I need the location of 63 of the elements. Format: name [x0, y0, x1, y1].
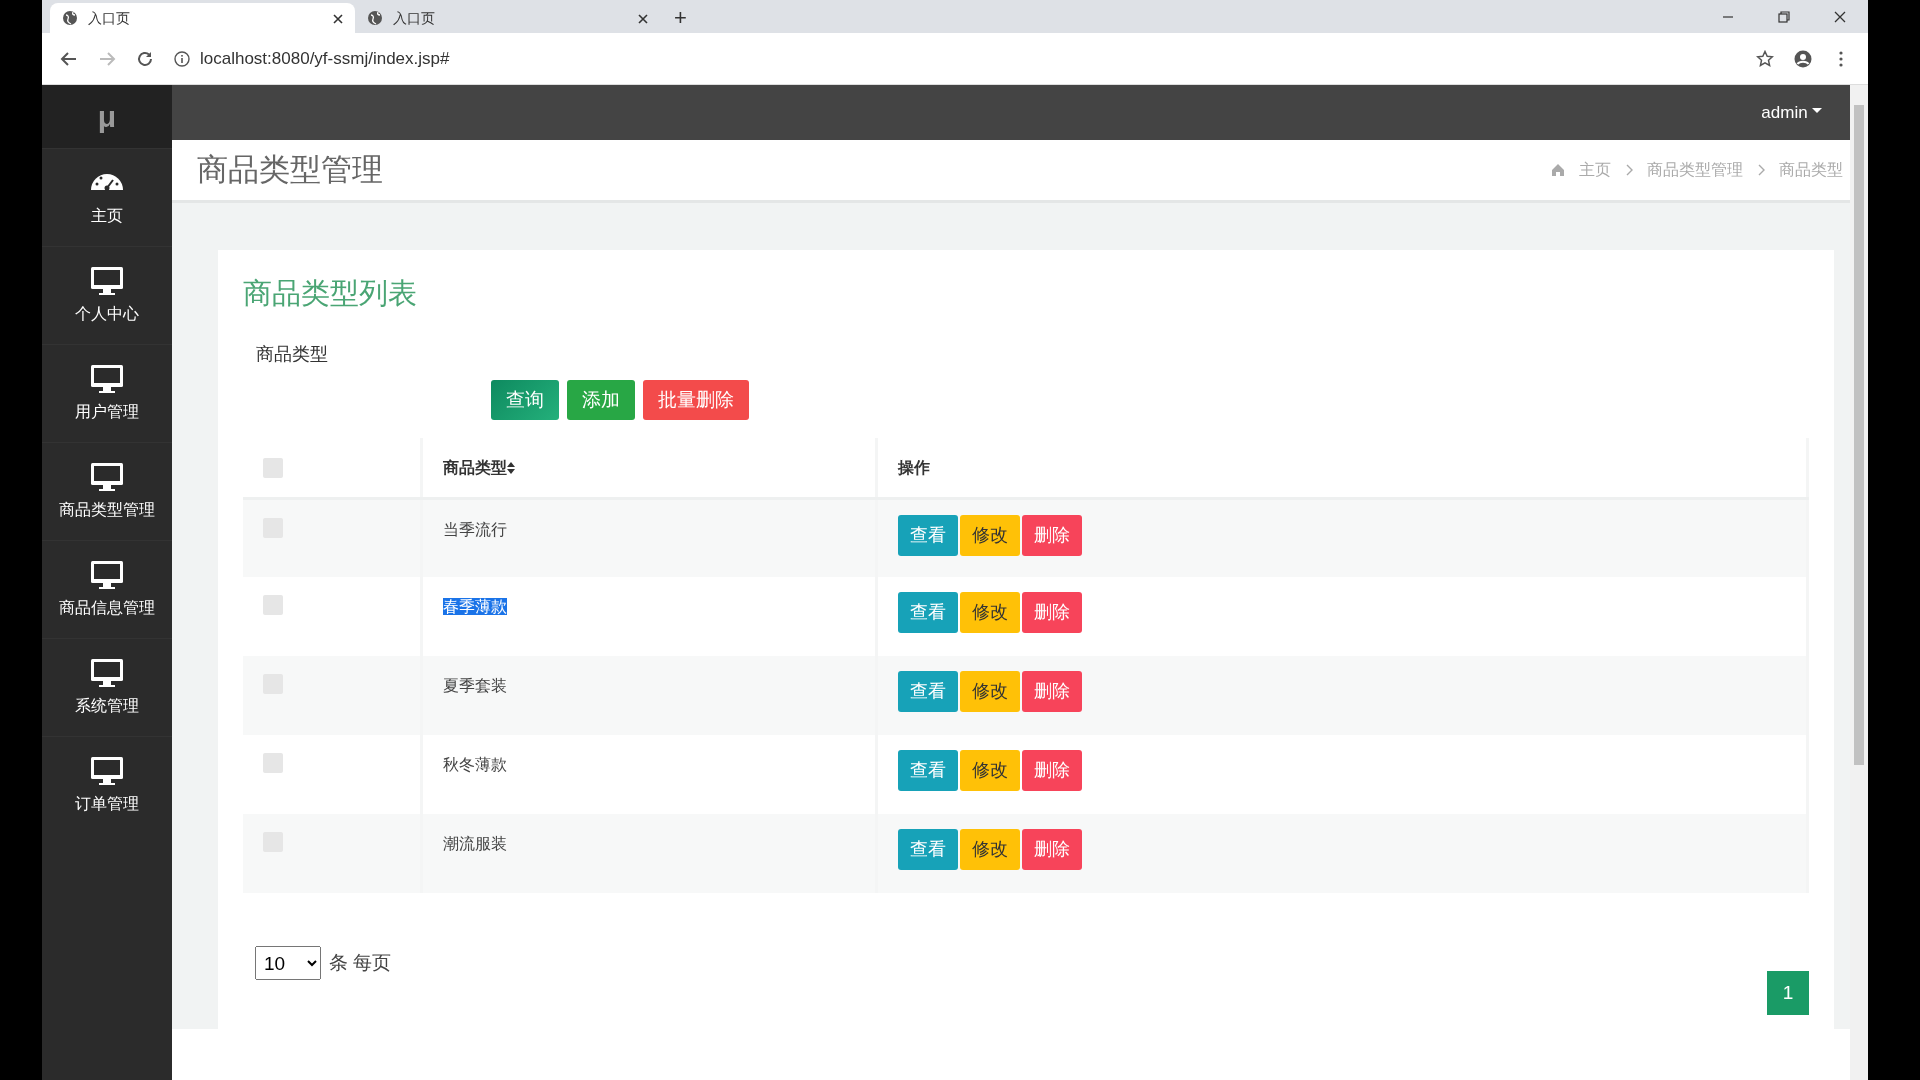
globe-icon [367, 10, 383, 26]
edit-button[interactable]: 修改 [959, 750, 1020, 792]
monitor-icon [89, 657, 125, 688]
account-icon[interactable] [1794, 49, 1812, 68]
back-icon[interactable] [60, 49, 78, 68]
table-cell: 当季流行 [442, 520, 507, 538]
close-icon[interactable] [333, 13, 343, 24]
scrollbar[interactable] [1850, 85, 1868, 1080]
delete-button[interactable]: 删除 [1021, 592, 1082, 634]
table-cell: 春季薄款 [442, 598, 507, 616]
url-text[interactable]: localhost:8080/yf-ssmj/index.jsp# [200, 45, 450, 72]
page-title: 商品类型管理 [197, 151, 383, 189]
filter-label: 商品类型 [256, 342, 329, 366]
close-icon[interactable] [1834, 10, 1846, 23]
star-icon[interactable] [1756, 49, 1774, 68]
delete-button[interactable]: 删除 [1021, 750, 1082, 792]
close-icon[interactable] [638, 13, 648, 24]
sidebar-item[interactable]: 商品类型管理 [42, 442, 172, 540]
checkbox[interactable] [263, 595, 283, 616]
sidebar-item[interactable]: 商品信息管理 [42, 540, 172, 638]
column-header[interactable]: 商品类型 [442, 458, 507, 476]
globe-icon [62, 10, 78, 26]
monitor-icon [89, 265, 125, 296]
edit-button[interactable]: 修改 [959, 671, 1020, 713]
breadcrumb-current: 商品类型 [1779, 160, 1843, 180]
table-cell: 潮流服装 [442, 835, 507, 853]
delete-button[interactable]: 删除 [1021, 671, 1082, 713]
user-menu[interactable]: admin [1755, 98, 1828, 127]
delete-button[interactable]: 删除 [1021, 514, 1082, 556]
reload-icon[interactable] [136, 49, 154, 68]
browser-tab[interactable]: 入口页 [50, 3, 355, 33]
sidebar-item[interactable]: 订单管理 [42, 736, 172, 834]
monitor-icon [89, 363, 125, 394]
sort-icon [506, 462, 515, 475]
browser-tab[interactable]: 入口页 [355, 3, 660, 33]
search-button[interactable]: 查询 [491, 379, 559, 421]
checkbox[interactable] [263, 753, 283, 774]
page-size-label: 条 每页 [329, 951, 392, 976]
monitor-icon [89, 461, 125, 492]
monitor-icon [89, 755, 125, 786]
table-cell: 夏季套装 [442, 677, 507, 695]
edit-button[interactable]: 修改 [959, 514, 1020, 556]
monitor-icon [89, 559, 125, 590]
sidebar-item[interactable]: 系统管理 [42, 638, 172, 736]
sidebar-item[interactable]: 个人中心 [42, 246, 172, 344]
sidebar-item[interactable]: 用户管理 [42, 344, 172, 442]
checkbox[interactable] [263, 457, 283, 478]
page-button[interactable]: 1 [1767, 971, 1809, 1016]
edit-button[interactable]: 修改 [959, 829, 1020, 871]
page-size-select[interactable]: 10 [255, 946, 321, 981]
restore-icon[interactable] [1778, 10, 1790, 23]
delete-button[interactable]: 删除 [1021, 829, 1082, 871]
home-icon [1551, 163, 1565, 177]
chevron-icon [1625, 164, 1633, 176]
logo: μ [42, 85, 172, 148]
table-cell: 秋冬薄款 [442, 756, 507, 774]
info-icon [174, 50, 190, 67]
column-header: 操作 [897, 458, 930, 476]
batch-delete-button[interactable]: 批量删除 [643, 379, 749, 421]
edit-button[interactable]: 修改 [959, 592, 1020, 634]
chevron-icon [1757, 164, 1765, 176]
card-title: 商品类型列表 [243, 276, 418, 311]
new-tab-button[interactable]: + [660, 7, 701, 33]
